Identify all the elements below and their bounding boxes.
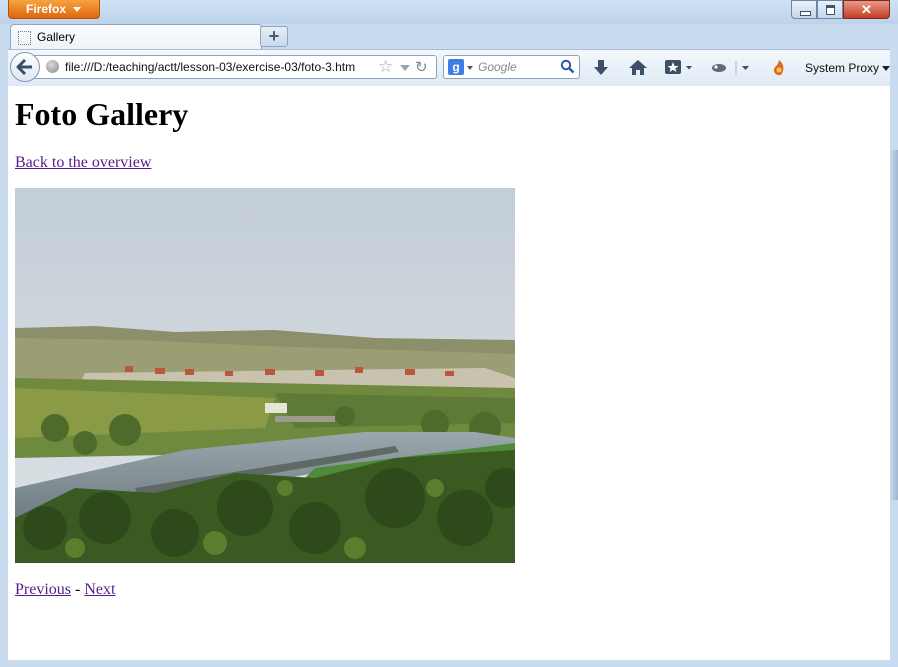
close-icon: ✕ xyxy=(861,2,872,17)
plus-icon: + xyxy=(268,26,280,46)
home-icon[interactable] xyxy=(628,58,648,78)
tab-label: Gallery xyxy=(37,30,76,44)
proxy-label: System Proxy xyxy=(805,61,880,75)
photo-pager: Previous - Next xyxy=(15,581,115,599)
history-dropdown-icon[interactable] xyxy=(400,65,410,71)
close-button[interactable]: ✕ xyxy=(843,0,890,19)
page-favicon-icon xyxy=(18,31,31,45)
river-landscape-image xyxy=(15,188,515,563)
downloads-icon[interactable] xyxy=(592,58,610,78)
firefox-menu-button[interactable]: Firefox xyxy=(8,0,100,19)
back-arrow-icon xyxy=(16,58,32,76)
addon-icon[interactable] xyxy=(710,58,728,78)
tab-gallery[interactable]: Gallery xyxy=(10,24,262,49)
firefox-menu-label: Firefox xyxy=(26,2,67,16)
search-input[interactable] xyxy=(478,59,554,75)
search-bar[interactable]: g xyxy=(443,55,580,79)
window-edge xyxy=(890,150,898,500)
engine-dropdown-icon[interactable] xyxy=(467,66,473,70)
navigation-toolbar: file:///D:/teaching/actt/lesson-03/exerc… xyxy=(8,49,891,87)
url-text[interactable]: file:///D:/teaching/actt/lesson-03/exerc… xyxy=(65,60,355,74)
pager-separator: - xyxy=(75,581,81,598)
page-title: Foto Gallery xyxy=(15,96,189,132)
chevron-down-icon xyxy=(882,66,891,72)
search-icon[interactable] xyxy=(560,59,575,74)
minimize-button[interactable] xyxy=(791,0,817,19)
next-link[interactable]: Next xyxy=(84,581,115,598)
proxy-addon-icon[interactable] xyxy=(770,58,788,78)
page-content: Foto Gallery Back to the overview Previo… xyxy=(8,86,890,660)
url-bar[interactable]: file:///D:/teaching/actt/lesson-03/exerc… xyxy=(34,55,437,79)
globe-icon xyxy=(46,60,59,73)
chevron-down-icon xyxy=(73,7,81,12)
bookmarks-menu-icon[interactable] xyxy=(664,58,696,78)
new-tab-button[interactable]: + xyxy=(260,26,288,47)
back-button[interactable] xyxy=(10,52,40,82)
google-engine-icon[interactable]: g xyxy=(448,59,464,75)
window-bottom-frame xyxy=(0,660,898,667)
previous-link[interactable]: Previous xyxy=(15,581,71,598)
bookmark-star-icon[interactable]: ☆ xyxy=(378,57,393,77)
window-titlebar: Firefox ✕ xyxy=(0,0,898,24)
toolbar-overflow-icon[interactable] xyxy=(734,58,756,78)
gallery-photo xyxy=(15,188,515,563)
maximize-button[interactable] xyxy=(817,0,843,19)
tab-strip: Gallery + xyxy=(8,24,890,49)
reload-icon[interactable]: ↻ xyxy=(415,58,428,76)
system-proxy-dropdown[interactable]: System Proxy xyxy=(805,61,891,75)
back-to-overview-link[interactable]: Back to the overview xyxy=(15,154,151,172)
